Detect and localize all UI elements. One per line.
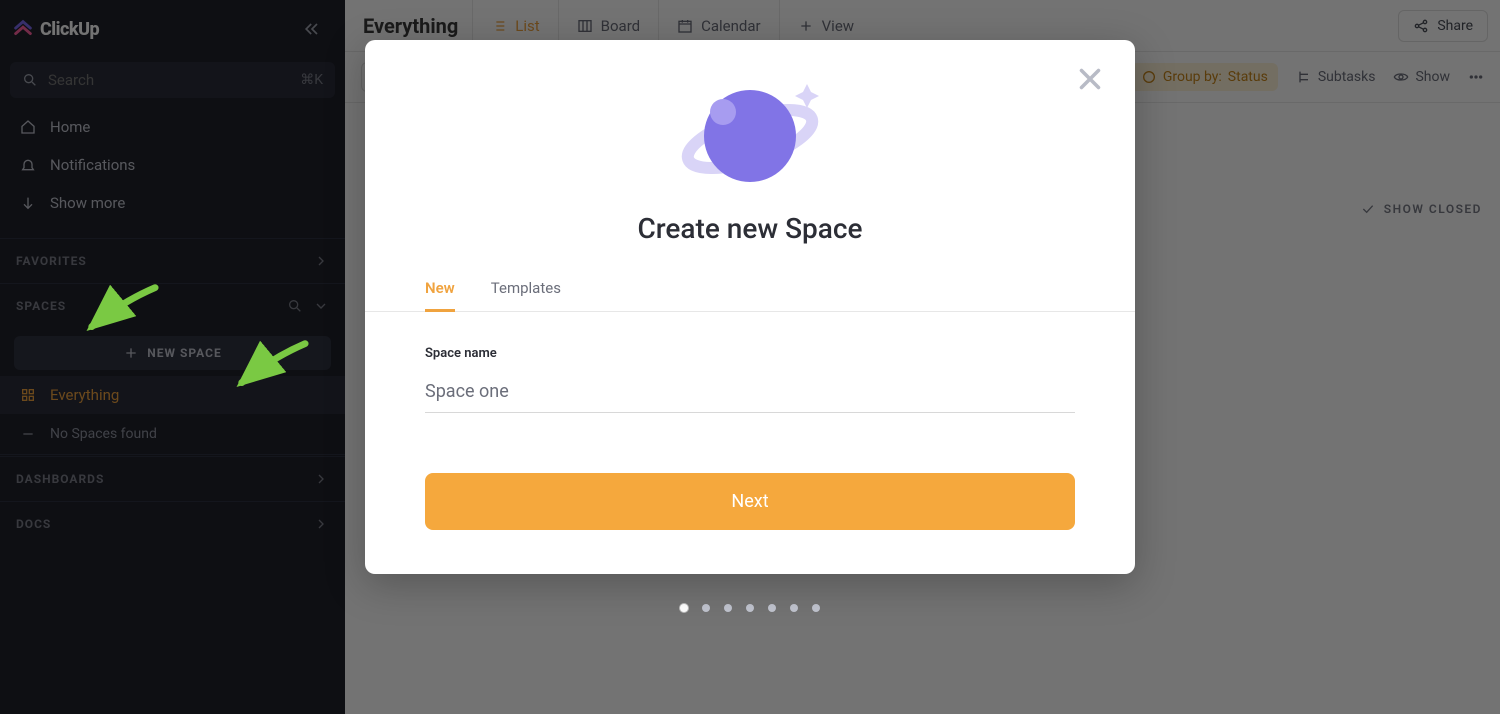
space-name-label: Space name: [425, 346, 1075, 361]
step-dots: [680, 604, 820, 612]
space-name-input[interactable]: [425, 379, 1075, 413]
step-dot[interactable]: [768, 604, 776, 612]
create-space-modal: Create new Space New Templates Space nam…: [365, 40, 1135, 574]
app-root: ClickUp ⌘K Home Notifications Show more: [0, 0, 1500, 714]
modal-tabs: New Templates: [365, 245, 1135, 312]
planet-illustration: [675, 74, 825, 198]
close-modal-button[interactable]: [1073, 62, 1107, 96]
close-icon: [1073, 62, 1107, 96]
modal-overlay[interactable]: Create new Space New Templates Space nam…: [0, 0, 1500, 714]
modal-tab-templates[interactable]: Templates: [491, 279, 561, 311]
step-dot[interactable]: [746, 604, 754, 612]
step-dot[interactable]: [724, 604, 732, 612]
modal-tab-new[interactable]: New: [425, 279, 455, 311]
modal-title: Create new Space: [637, 212, 862, 245]
step-dot[interactable]: [812, 604, 820, 612]
modal-form: Space name Next: [365, 312, 1135, 530]
step-dot[interactable]: [680, 604, 688, 612]
step-dot[interactable]: [790, 604, 798, 612]
next-button[interactable]: Next: [425, 473, 1075, 530]
step-dot[interactable]: [702, 604, 710, 612]
